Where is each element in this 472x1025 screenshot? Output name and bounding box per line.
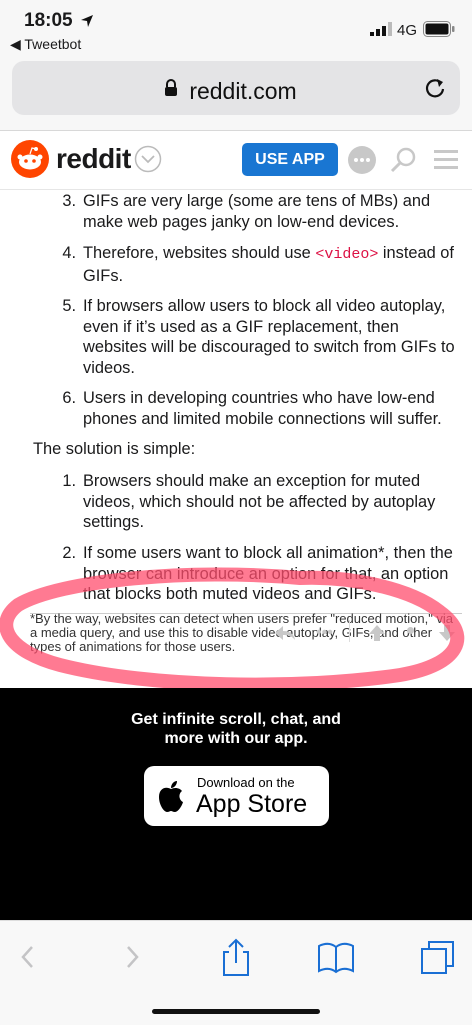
home-indicator <box>152 1009 320 1014</box>
solution-heading: The solution is simple: <box>33 440 196 458</box>
back-to-app-link[interactable]: ◀ Tweetbot <box>10 36 81 53</box>
address-bar[interactable]: reddit.com <box>12 61 460 115</box>
signal-icon <box>370 22 392 36</box>
code-snippet: <video> <box>315 246 379 263</box>
location-arrow-icon <box>81 15 93 27</box>
chevron-down-icon[interactable] <box>134 145 162 173</box>
app-store-caption: Download on the <box>197 775 295 790</box>
list-text: Users in developing countries who have l… <box>83 389 442 428</box>
app-store-button[interactable]: Download on the App Store <box>144 766 329 826</box>
back-icon[interactable] <box>14 937 54 977</box>
share-icon[interactable] <box>216 937 256 977</box>
chat-icon[interactable] <box>347 145 377 175</box>
app-promo-banner: Get infinite scroll, chat, and more with… <box>0 688 472 920</box>
list-number: 5. <box>62 297 76 315</box>
promo-text: Get infinite scroll, chat, and more with… <box>131 711 341 747</box>
use-app-button[interactable]: USE APP <box>242 143 338 176</box>
network-type: 4G <box>397 22 418 39</box>
list-text: Browsers should make an exception for mu… <box>83 472 436 531</box>
list-number: 4. <box>62 244 76 262</box>
battery-icon <box>423 21 455 37</box>
search-icon[interactable] <box>389 145 419 175</box>
status-bar: 18:05 ◀ Tweetbot 4G <box>0 0 472 56</box>
list-number: 6. <box>62 389 76 407</box>
app-store-label: App Store <box>196 790 308 818</box>
forward-icon[interactable] <box>114 937 154 977</box>
tabs-icon[interactable] <box>418 937 458 977</box>
list-number: 1. <box>62 472 76 490</box>
list-text: If browsers allow users to block all vid… <box>83 297 455 377</box>
bookmarks-icon[interactable] <box>316 937 356 977</box>
url-text: reddit.com <box>189 78 297 104</box>
list-text: Therefore, websites should use <video> i… <box>83 244 454 285</box>
browser-toolbar <box>0 920 472 1025</box>
reddit-header: reddit USE APP <box>0 131 472 190</box>
reddit-logo-icon[interactable] <box>11 140 49 178</box>
status-time: 18:05 <box>24 10 73 31</box>
menu-icon[interactable] <box>434 148 458 170</box>
list-text: GIFs are very large (some are tens of MB… <box>83 192 431 231</box>
reddit-wordmark[interactable]: reddit <box>56 143 131 175</box>
list-number: 3. <box>62 192 76 210</box>
annotation-circle <box>0 567 465 692</box>
apple-logo-icon <box>159 781 183 812</box>
reload-icon[interactable] <box>424 77 446 99</box>
